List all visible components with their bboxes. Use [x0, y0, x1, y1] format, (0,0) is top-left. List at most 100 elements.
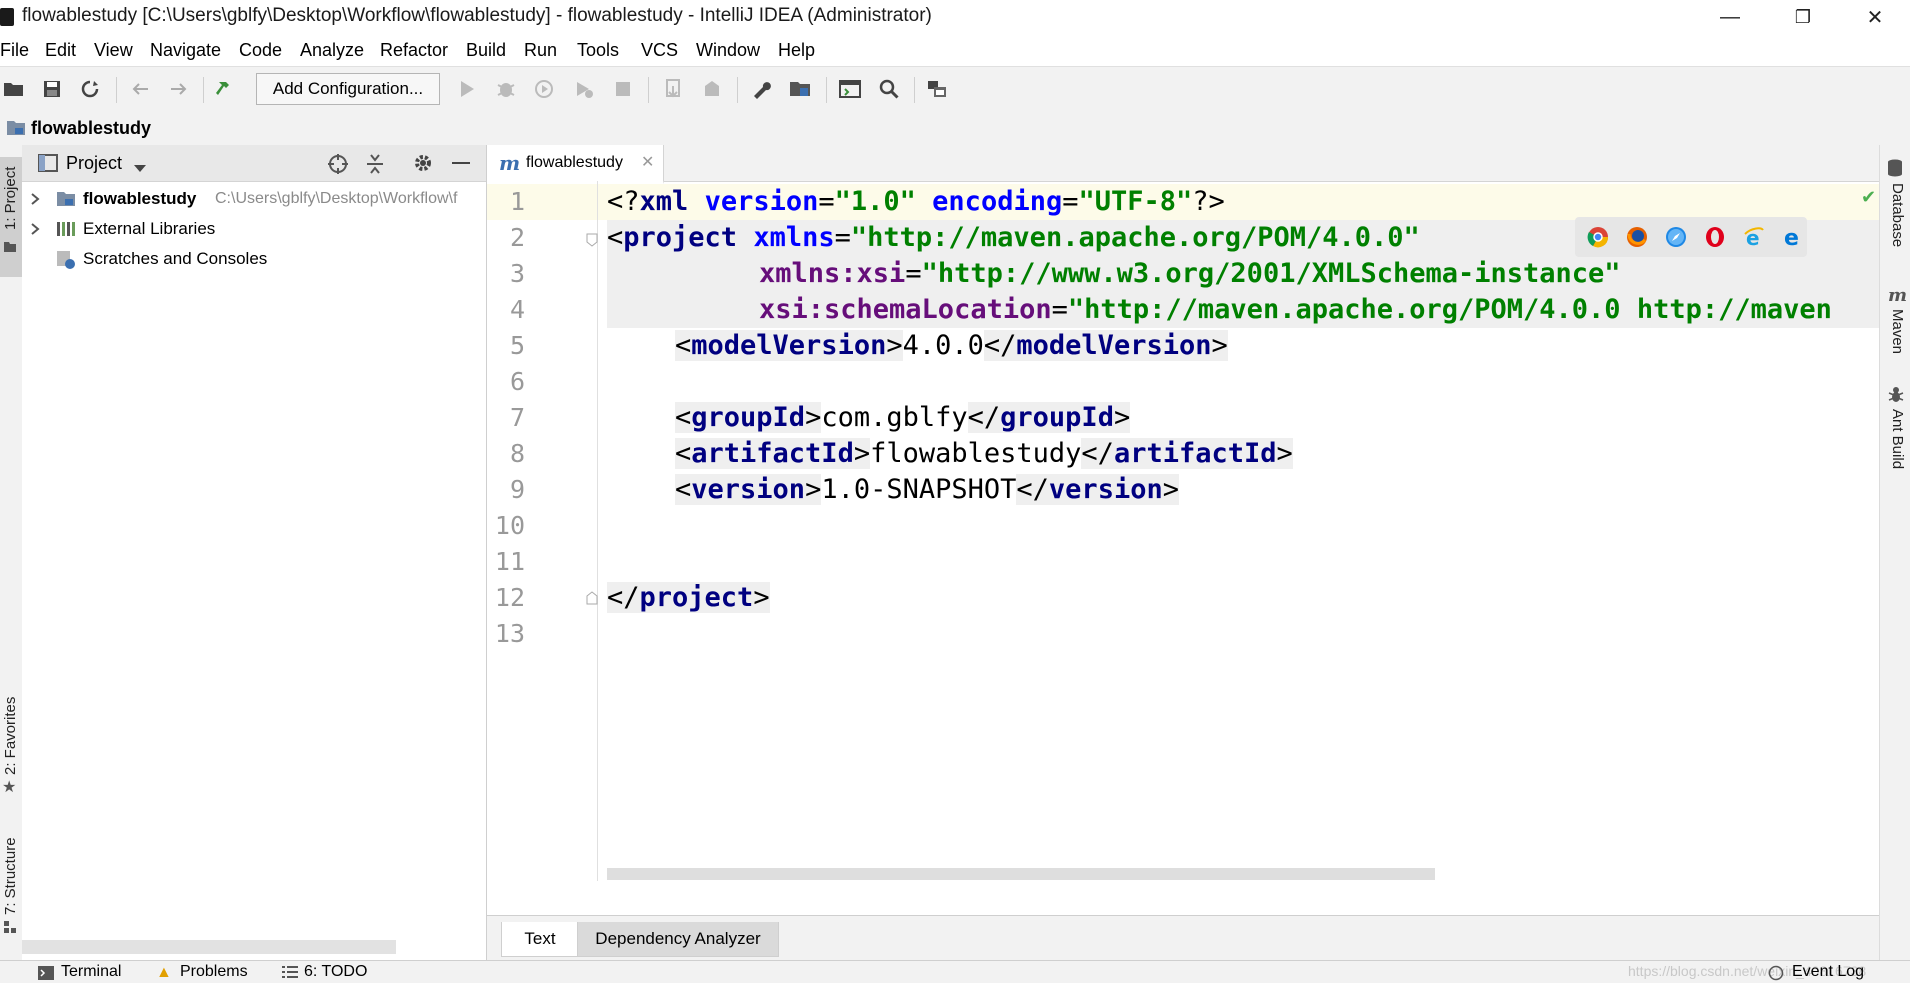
ant-build-tab-label[interactable]: Ant Build: [1889, 409, 1906, 469]
menu-refactor[interactable]: Refactor: [380, 40, 448, 61]
chrome-icon[interactable]: [1587, 226, 1609, 253]
gear-icon[interactable]: [412, 152, 434, 179]
tree-item-external-libraries[interactable]: External Libraries: [22, 215, 486, 245]
line-number: 4: [509, 295, 525, 324]
menu-help[interactable]: Help: [778, 40, 815, 61]
code-line-9[interactable]: <version>1.0-SNAPSHOT</version>: [675, 472, 1179, 508]
safari-icon[interactable]: [1665, 226, 1687, 253]
horizontal-scrollbar[interactable]: [22, 940, 396, 954]
menu-analyze[interactable]: Analyze: [300, 40, 364, 61]
menu-view[interactable]: View: [94, 40, 133, 61]
database-tab-label[interactable]: Database: [1889, 183, 1906, 247]
internet-explorer-icon[interactable]: e: [1743, 226, 1765, 253]
debug-icon[interactable]: [492, 75, 520, 103]
stop-icon[interactable]: [609, 75, 637, 103]
close-tab-icon[interactable]: ✕: [641, 152, 654, 172]
tab-text[interactable]: Text: [501, 922, 579, 957]
toolbar-divider: [648, 77, 649, 103]
line-number: 13: [494, 619, 525, 648]
project-structure-icon[interactable]: [786, 75, 814, 103]
chevron-right-icon[interactable]: [30, 221, 40, 241]
run-with-coverage-icon[interactable]: [531, 75, 559, 103]
line-number: 7: [509, 403, 525, 432]
token: artifactId: [691, 438, 854, 469]
breadcrumb-project[interactable]: flowablestudy: [31, 118, 151, 139]
token: 4.0.0: [902, 330, 984, 361]
folder-icon: [6, 119, 26, 142]
vcs-commit-icon[interactable]: [698, 75, 726, 103]
profile-icon[interactable]: [570, 75, 598, 103]
add-configuration-button[interactable]: Add Configuration...: [256, 73, 440, 105]
title-bar: flowablestudy [C:\Users\gblfy\Desktop\Wo…: [0, 0, 1910, 34]
favorites-tab-label[interactable]: 2: Favorites: [2, 697, 19, 775]
terminal-window-icon[interactable]: [836, 75, 864, 103]
menu-vcs[interactable]: VCS: [641, 40, 678, 61]
problems-tab[interactable]: Problems: [180, 963, 248, 981]
forward-arrow-icon[interactable]: [165, 75, 193, 103]
event-log-tab[interactable]: Event Log: [1792, 963, 1864, 981]
maven-tab-label[interactable]: Maven: [1889, 309, 1906, 354]
opera-icon[interactable]: [1704, 226, 1726, 253]
code-line-3[interactable]: xmlns:xsi="http://www.w3.org/2001/XMLSch…: [759, 256, 1621, 292]
build-hammer-icon[interactable]: [214, 75, 242, 103]
menu-code[interactable]: Code: [239, 40, 282, 61]
project-panel-header: Project: [22, 145, 486, 182]
right-tool-stripe: Database m Maven Ant Build: [1879, 145, 1910, 960]
editor-horizontal-scrollbar[interactable]: [607, 868, 1435, 880]
locate-target-icon[interactable]: [327, 153, 349, 180]
minimize-button[interactable]: —: [1700, 0, 1760, 34]
code-line-8[interactable]: <artifactId>flowablestudy</artifactId>: [675, 436, 1293, 472]
tool-windows-icon[interactable]: [924, 75, 952, 103]
vcs-update-icon[interactable]: [659, 75, 687, 103]
toolbar-divider: [203, 77, 204, 103]
tree-item-scratches[interactable]: Scratches and Consoles: [22, 245, 486, 275]
search-everywhere-icon[interactable]: [875, 75, 903, 103]
token: version: [1048, 474, 1163, 505]
toolbar-divider: [116, 77, 117, 103]
event-log-icon: [1768, 965, 1784, 986]
todo-tab[interactable]: 6: TODO: [304, 963, 367, 981]
menu-edit[interactable]: Edit: [45, 40, 76, 61]
open-folder-icon[interactable]: [0, 75, 28, 103]
line-number: 5: [509, 331, 525, 360]
menu-file[interactable]: File: [0, 40, 29, 61]
libraries-icon: [56, 220, 76, 243]
tree-item-label: Scratches and Consoles: [83, 249, 268, 268]
minimize-panel-icon[interactable]: [452, 162, 470, 164]
code-line-2[interactable]: <project xmlns="http://maven.apache.org/…: [607, 220, 1420, 256]
fold-marker-icon[interactable]: [586, 591, 598, 610]
token: version: [704, 186, 819, 217]
back-arrow-icon[interactable]: [126, 75, 154, 103]
edge-icon[interactable]: e: [1781, 226, 1803, 253]
chevron-right-icon[interactable]: [30, 191, 40, 211]
editor-tab-pom[interactable]: m flowablestudy ✕: [487, 145, 664, 184]
code-line-1[interactable]: <?xml version="1.0" encoding="UTF-8"?>: [607, 184, 1225, 220]
settings-wrench-icon[interactable]: [747, 75, 775, 103]
terminal-tab[interactable]: Terminal: [61, 963, 121, 981]
chevron-down-icon[interactable]: [134, 160, 146, 178]
code-line-5[interactable]: <modelVersion>4.0.0</modelVersion>: [675, 328, 1228, 364]
run-icon[interactable]: [453, 75, 481, 103]
token: artifactId: [1113, 438, 1277, 469]
structure-tab-label[interactable]: 7: Structure: [2, 837, 19, 915]
project-view-title[interactable]: Project: [66, 153, 122, 174]
menu-window[interactable]: Window: [696, 40, 760, 61]
tab-dependency-analyzer[interactable]: Dependency Analyzer: [577, 922, 779, 957]
save-icon[interactable]: [38, 75, 66, 103]
code-line-4[interactable]: xsi:schemaLocation="http://maven.apache.…: [759, 292, 1877, 328]
fold-marker-icon[interactable]: [586, 233, 598, 252]
token: encoding: [932, 186, 1063, 217]
collapse-all-icon[interactable]: [365, 153, 385, 180]
sync-icon[interactable]: [76, 75, 104, 103]
firefox-icon[interactable]: [1626, 226, 1648, 253]
menu-navigate[interactable]: Navigate: [150, 40, 221, 61]
menu-tools[interactable]: Tools: [577, 40, 619, 61]
code-line-7[interactable]: <groupId>com.gblfy</groupId>: [675, 400, 1131, 436]
code-line-12[interactable]: </project>: [607, 580, 770, 616]
tree-item-flowablestudy[interactable]: flowablestudy C:\Users\gblfy\Desktop\Wor…: [22, 185, 486, 215]
menu-build[interactable]: Build: [466, 40, 506, 61]
menu-run[interactable]: Run: [524, 40, 557, 61]
folder-icon: [56, 190, 76, 213]
close-button[interactable]: ✕: [1845, 0, 1905, 34]
restore-button[interactable]: ❐: [1773, 0, 1833, 34]
